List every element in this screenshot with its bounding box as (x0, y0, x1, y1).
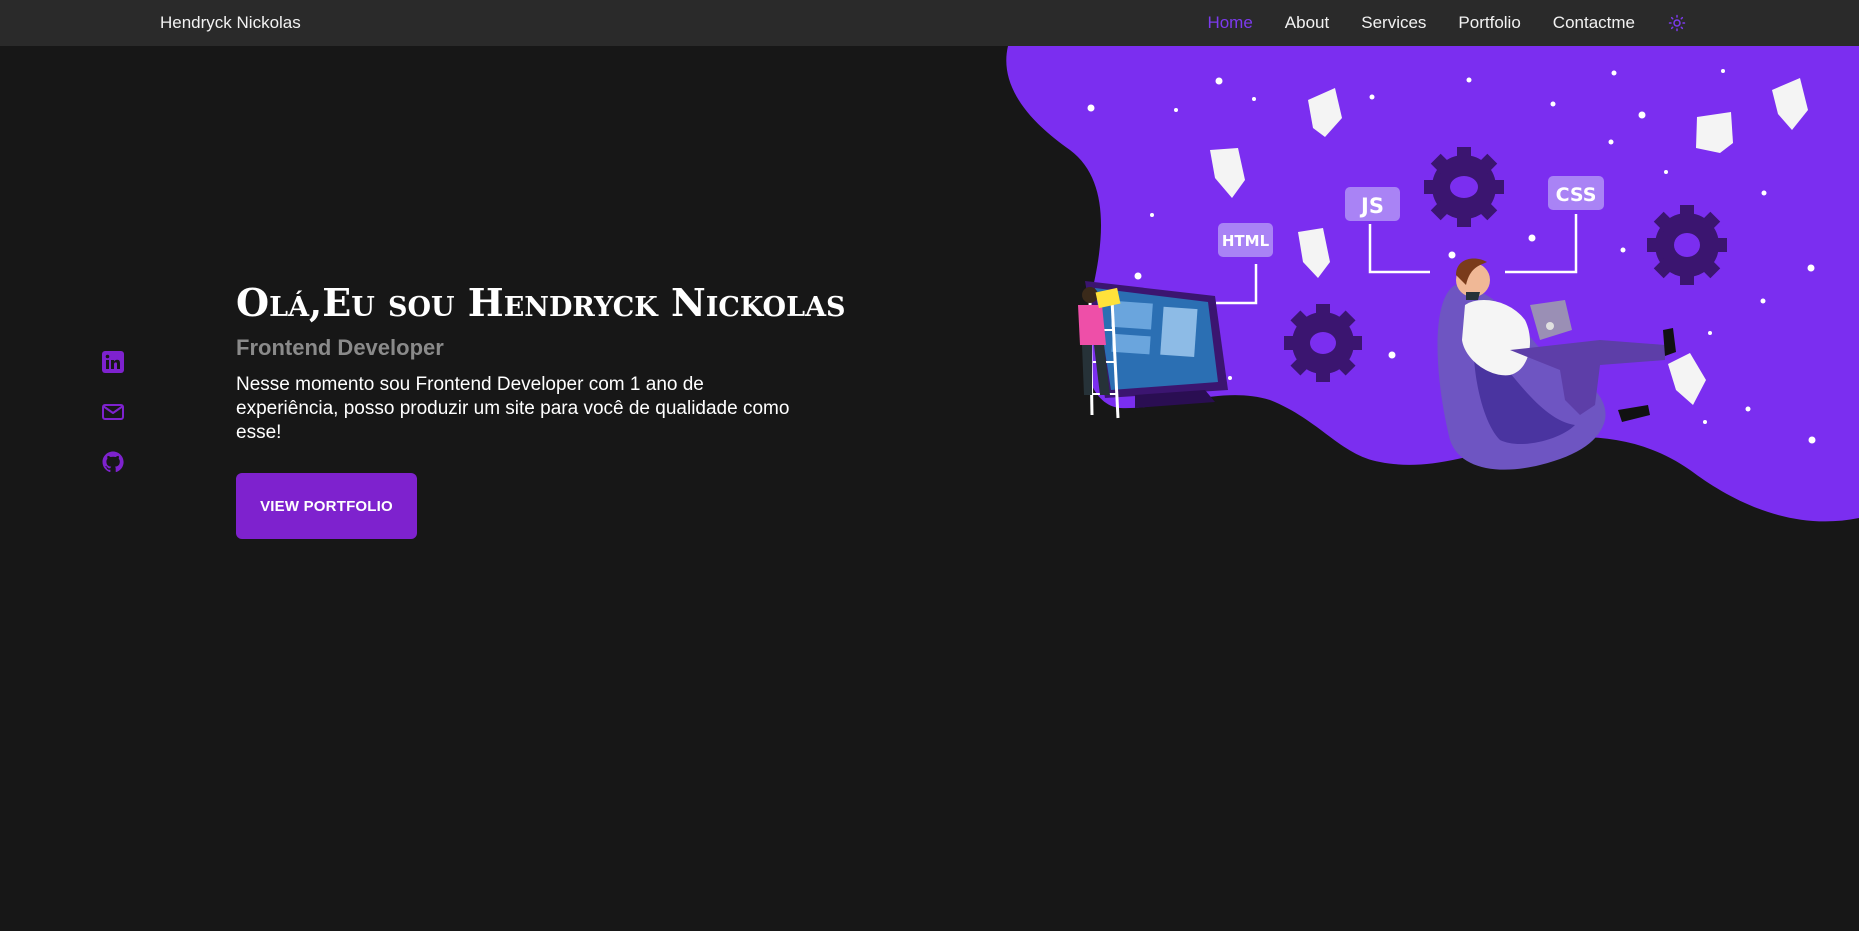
linkedin-link[interactable] (101, 350, 125, 374)
woman-figure (1078, 287, 1121, 419)
gears (1284, 147, 1727, 382)
nav-link-contactme[interactable]: Contactme (1553, 13, 1635, 33)
paper-sheets (1210, 78, 1808, 405)
theme-toggle-button[interactable] (1667, 13, 1687, 33)
nav-links: Home About Services Portfolio Contactme (1207, 0, 1687, 46)
hero-text: Olá,Eu sou Hendryck Nickolas Frontend De… (236, 280, 846, 445)
man-figure (1437, 258, 1676, 470)
hero-description: Nesse momento sou Frontend Developer com… (236, 374, 790, 443)
page: HTML JS CSS Hendryck Nickolas Home About… (0, 0, 1859, 931)
connector-lines (1216, 214, 1578, 305)
github-link[interactable] (101, 450, 125, 474)
tag-css-label: CSS (1556, 184, 1597, 206)
github-icon (102, 451, 124, 473)
hero-illustration: HTML JS CSS (1006, 46, 1859, 522)
stars (1087, 69, 1816, 444)
nav-link-home[interactable]: Home (1207, 13, 1252, 33)
purple-blob (1006, 46, 1859, 522)
brand-name[interactable]: Hendryck Nickolas (160, 0, 301, 46)
nav-link-portfolio[interactable]: Portfolio (1458, 13, 1520, 33)
linkedin-icon (102, 351, 124, 373)
mail-icon (102, 404, 124, 420)
tag-html-label: HTML (1222, 232, 1270, 250)
hero-title: Olá,Eu sou Hendryck Nickolas (236, 280, 846, 325)
sun-icon (1668, 14, 1686, 32)
tag-css: CSS (1548, 176, 1604, 210)
monitor (1085, 281, 1228, 408)
nav-link-about[interactable]: About (1285, 13, 1329, 33)
view-portfolio-button[interactable]: VIEW PORTFOLIO (236, 473, 417, 539)
navbar: Hendryck Nickolas Home About Services Po… (0, 0, 1859, 46)
tag-js-label: JS (1359, 194, 1384, 218)
tag-html: HTML (1218, 223, 1273, 257)
hero-subtitle: Frontend Developer (236, 335, 444, 360)
nav-link-services[interactable]: Services (1361, 13, 1426, 33)
social-links (101, 350, 125, 474)
mail-link[interactable] (101, 400, 125, 424)
tag-js: JS (1345, 187, 1400, 221)
